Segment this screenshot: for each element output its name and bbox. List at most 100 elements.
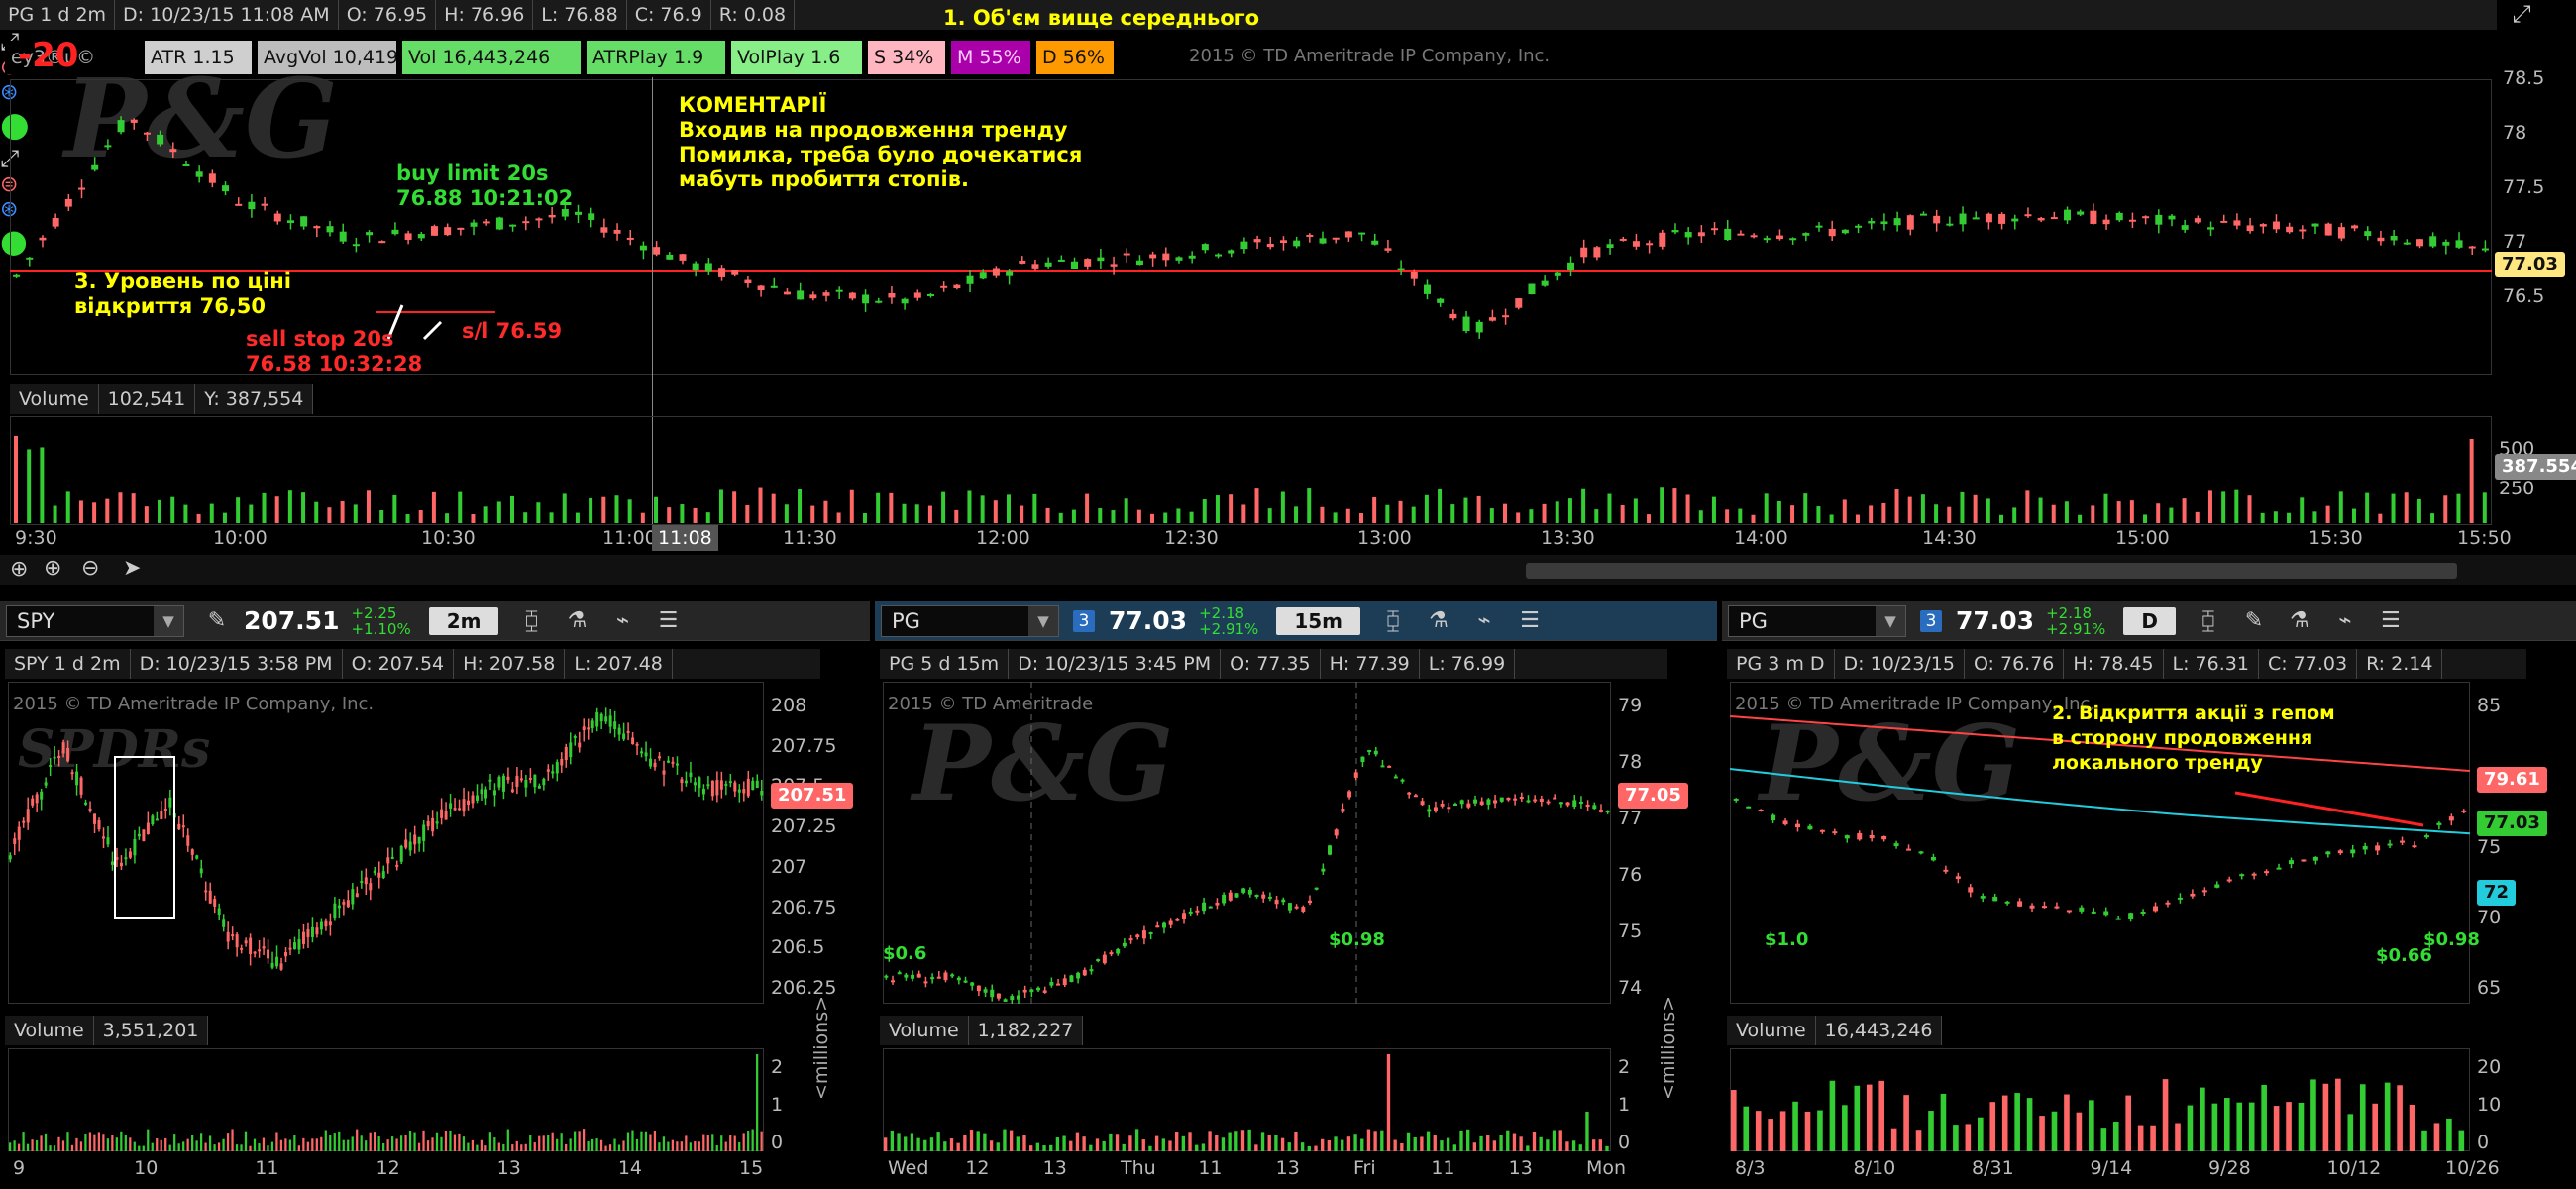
horizontal-scrollbar[interactable] <box>1526 563 2457 579</box>
candle-style-icon[interactable]: ⧮ <box>1380 608 1406 633</box>
candle-body <box>1116 948 1121 954</box>
candle-body <box>155 818 159 821</box>
candle-body <box>1746 806 1752 809</box>
candle-body <box>199 868 203 874</box>
study-chip[interactable]: S 34% <box>868 41 945 74</box>
menu-icon[interactable]: ☰ <box>1517 608 1543 633</box>
volume-bar <box>1440 1140 1444 1151</box>
flask-icon[interactable]: ⚗ <box>1426 608 1451 633</box>
candle-body <box>2066 910 2072 913</box>
flask-icon[interactable]: ⚗ <box>564 608 590 633</box>
volume-bar <box>1016 1136 1020 1151</box>
candle-body <box>2429 236 2437 247</box>
symbol-selector[interactable]: PG ▼ <box>881 604 1059 637</box>
panel-price-tag: 79.61 <box>2477 767 2547 793</box>
main-x-tick: 15:00 <box>2115 527 2170 549</box>
volume-bar <box>1776 500 1781 523</box>
panel-volume-chart[interactable] <box>8 1048 764 1151</box>
flask-icon[interactable]: ⚗ <box>2287 608 2312 633</box>
volume-bar <box>1042 1145 1046 1151</box>
main-x-tick: 13:30 <box>1541 527 1595 549</box>
volume-bar <box>2064 501 2069 523</box>
pencil-icon[interactable]: ✎ <box>204 608 230 633</box>
volume-bar <box>2351 508 2356 523</box>
candle-body <box>1062 978 1067 986</box>
volume-bar <box>365 1140 368 1151</box>
last-price: 77.03 <box>1956 606 2035 635</box>
volume-bar <box>649 1134 652 1151</box>
main-x-tick: 10:00 <box>213 527 268 549</box>
volume-bar <box>1320 506 1325 523</box>
cursor-icon[interactable]: ➤ <box>123 556 141 581</box>
candle-body <box>64 198 72 207</box>
volume-bar <box>2076 1112 2083 1151</box>
volume-bar <box>1221 1137 1226 1151</box>
volume-bar <box>542 1135 545 1151</box>
volume-bar <box>1567 498 1572 523</box>
panel-price-tag: 77.03 <box>2477 811 2547 836</box>
symbol-selector[interactable]: SPY ▼ <box>6 604 184 637</box>
volume-bar <box>170 496 175 523</box>
candle-body <box>52 217 59 227</box>
candle-body <box>235 934 239 948</box>
study-chip[interactable]: D 56% <box>1036 41 1114 74</box>
timeframe-button[interactable]: D <box>2123 606 2176 635</box>
volume-title: Volume <box>1727 1016 1816 1045</box>
study-chip[interactable]: ATRPlay 1.9 <box>587 41 725 74</box>
volume-bar <box>626 1132 630 1151</box>
volume-bar <box>1345 508 1350 523</box>
volume-bar <box>589 497 593 523</box>
candle-body <box>1003 999 1008 1002</box>
zoom-out-icon[interactable]: ⊖ <box>81 556 99 581</box>
candle-body <box>1071 261 1079 270</box>
candle-body <box>1328 845 1333 855</box>
panel-volume-chart[interactable] <box>883 1048 1611 1151</box>
menu-icon[interactable]: ☰ <box>655 608 681 633</box>
buy-limit-price: 76.88 10:21:02 <box>396 186 574 210</box>
candle-body <box>718 268 726 277</box>
panel-price-chart[interactable] <box>883 682 1611 1004</box>
candle-body <box>1215 254 1223 257</box>
chevron-down-icon[interactable]: ▼ <box>154 605 183 636</box>
volume-bar <box>2112 1122 2119 1151</box>
panel-price-chart[interactable] <box>8 682 764 1004</box>
symbol-selector[interactable]: PG ▼ <box>1728 604 1906 637</box>
study-chip[interactable]: VolPlay 1.6 <box>731 41 862 74</box>
candle-style-icon[interactable]: ⧮ <box>518 608 544 633</box>
panel-volume-chart[interactable] <box>1730 1048 2470 1151</box>
draw-tools-icon[interactable]: ⌁ <box>2332 608 2358 633</box>
candle-body <box>1605 811 1610 813</box>
candle-body <box>575 211 583 215</box>
draw-tools-icon[interactable]: ⌁ <box>1471 608 1497 633</box>
chevron-down-icon[interactable]: ▼ <box>1876 605 1905 636</box>
zoom-in-icon[interactable]: ⊕ <box>44 556 61 581</box>
chart-settings-icon[interactable]: ⤢ <box>2502 0 2541 34</box>
candle-body <box>1819 829 1825 832</box>
main-volume-chart[interactable] <box>10 416 2492 525</box>
comment-line-3: мабуть пробиття стопів. <box>679 167 969 191</box>
timeframe-button[interactable]: 2m <box>428 606 499 635</box>
link-group-badge[interactable]: 3 <box>1920 609 1942 632</box>
candle-body <box>391 229 399 235</box>
panel-y-tick: 207.25 <box>771 815 837 838</box>
draw-tools-icon[interactable]: ⌁ <box>609 608 635 633</box>
link-group-badge[interactable]: 3 <box>1073 609 1095 632</box>
menu-icon[interactable]: ☰ <box>2378 608 2404 633</box>
study-chip[interactable]: M 55% <box>951 41 1030 74</box>
chevron-down-icon[interactable]: ▼ <box>1028 605 1058 636</box>
main-y-tick: 77.5 <box>2503 176 2545 198</box>
candle-body <box>923 981 928 984</box>
candle-body <box>555 762 559 774</box>
volume-bar <box>1581 488 1586 523</box>
volume-bar <box>209 503 214 523</box>
crosshair-icon[interactable]: ⊕ <box>10 557 28 582</box>
volume-bar <box>65 491 70 523</box>
volume-bar <box>954 509 959 523</box>
pencil-icon[interactable]: ✎ <box>2241 608 2267 633</box>
timeframe-button[interactable]: 15m <box>1276 606 1360 635</box>
study-chip[interactable]: Vol 16,443,246 <box>402 41 581 74</box>
candle-body <box>1168 920 1173 925</box>
candle-style-icon[interactable]: ⧮ <box>2196 608 2221 633</box>
panel-y-tick: 207.75 <box>771 734 837 757</box>
candle-body <box>1182 913 1187 919</box>
